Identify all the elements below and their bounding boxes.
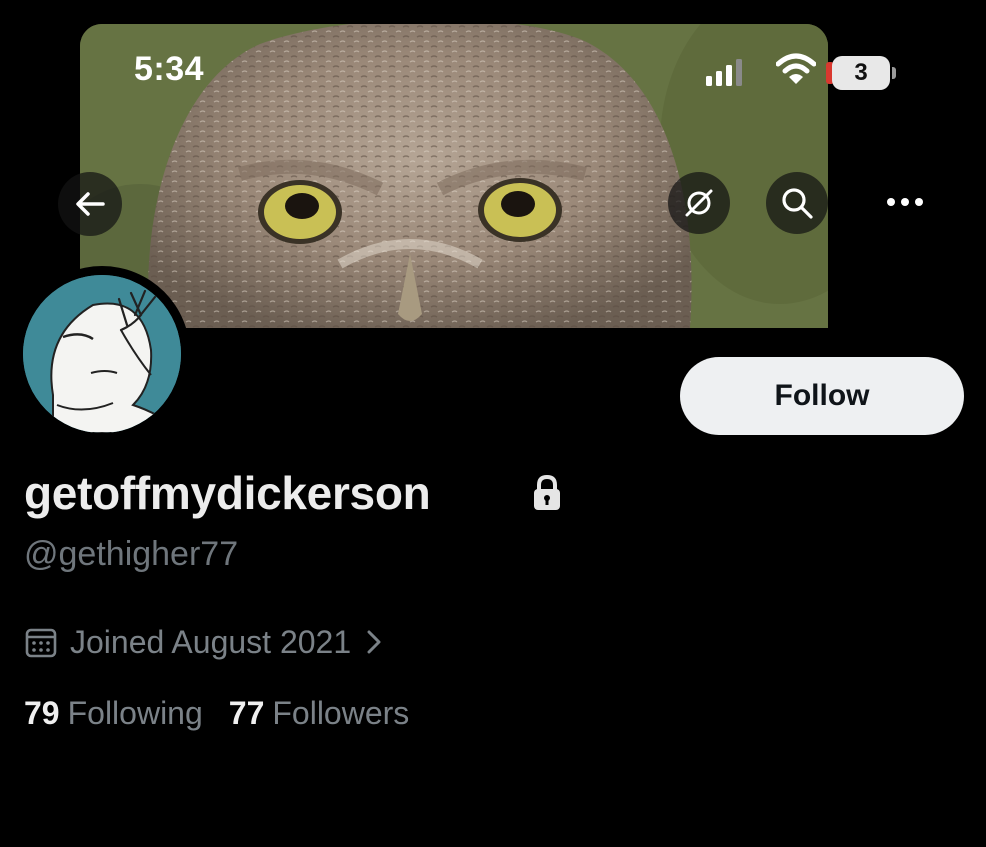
follow-stats: 79 Following 77 Followers xyxy=(24,695,435,732)
following-count: 79 xyxy=(24,695,60,731)
notifications-off-icon xyxy=(685,189,713,217)
more-options-button[interactable] xyxy=(880,186,930,218)
profile-avatar[interactable] xyxy=(14,266,190,442)
followers-label: Followers xyxy=(272,695,410,731)
following-label: Following xyxy=(67,695,203,731)
mute-notifications-button[interactable] xyxy=(668,172,730,234)
battery-indicator: 3 xyxy=(826,56,896,92)
follow-button[interactable]: Follow xyxy=(680,357,964,435)
following-link[interactable]: 79 Following xyxy=(24,695,229,732)
arrow-left-icon xyxy=(76,192,105,216)
battery-level: 3 xyxy=(832,56,890,90)
display-name: getoffmydickerson xyxy=(24,467,431,519)
cellular-signal-icon xyxy=(706,59,742,86)
profile-screen: 5:34 3 Follow getoffmydickerson @gethigh… xyxy=(0,0,986,847)
joined-date-text: Joined August 2021 xyxy=(70,623,352,660)
lock-icon xyxy=(534,474,560,510)
back-button[interactable] xyxy=(58,172,122,236)
profile-handle: @gethigher77 xyxy=(24,535,239,573)
avatar-image xyxy=(23,275,181,433)
chevron-right-icon xyxy=(367,630,381,654)
followers-link[interactable]: 77 Followers xyxy=(229,695,436,732)
joined-date-row[interactable]: Joined August 2021 xyxy=(24,620,385,664)
more-horizontal-icon xyxy=(887,198,923,206)
wifi-icon xyxy=(776,53,816,84)
followers-count: 77 xyxy=(228,695,265,731)
search-button[interactable] xyxy=(766,172,828,234)
search-icon xyxy=(782,188,813,219)
status-bar-time: 5:34 xyxy=(134,50,205,88)
calendar-icon xyxy=(25,628,57,658)
facepalm-drawing-graphic xyxy=(23,275,181,433)
battery-tip xyxy=(892,67,896,79)
